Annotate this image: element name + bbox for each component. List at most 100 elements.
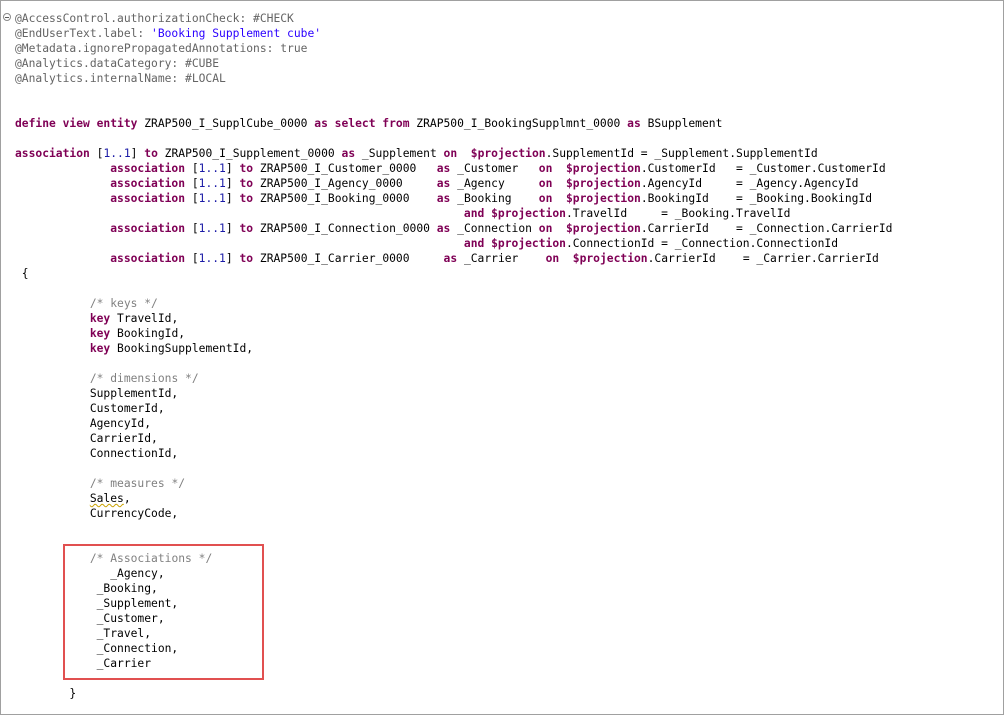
code-token: [ xyxy=(185,222,199,235)
keyword-token: as xyxy=(436,222,451,235)
code-line[interactable] xyxy=(15,281,892,296)
code-line[interactable]: @AccessControl.authorizationCheck: #CHEC… xyxy=(15,11,892,26)
code-line[interactable] xyxy=(15,671,892,686)
code-line[interactable]: /* measures */ xyxy=(15,476,892,491)
code-line[interactable]: SupplementId, xyxy=(15,386,892,401)
annotation-token: @Metadata.ignorePropagatedAnnotations: t… xyxy=(15,42,308,55)
code-line[interactable]: CurrencyCode, xyxy=(15,506,892,521)
code-token: _Connection xyxy=(450,222,539,235)
code-line[interactable]: _Customer, xyxy=(15,611,892,626)
code-token: SupplementId, xyxy=(15,387,179,400)
code-token: [ xyxy=(185,162,199,175)
comment-token: /* keys */ xyxy=(89,297,158,310)
code-token: [ xyxy=(185,177,199,190)
cardinality-token: 1..1 xyxy=(198,162,226,175)
code-line[interactable]: ConnectionId, xyxy=(15,446,892,461)
code-token: .TravelId = _Booking.TravelId xyxy=(565,207,791,220)
keyword-token: to xyxy=(239,192,254,205)
editor-gutter xyxy=(1,1,13,714)
code-line[interactable]: Sales, xyxy=(15,491,892,506)
code-line[interactable]: define view entity ZRAP500_I_SupplCube_0… xyxy=(15,116,892,131)
code-line[interactable]: CarrierId, xyxy=(15,431,892,446)
code-line[interactable] xyxy=(15,356,892,371)
keyword-token: to xyxy=(239,222,254,235)
code-token: _Carrier xyxy=(15,657,152,670)
code-line[interactable]: association [1..1] to ZRAP500_I_Customer… xyxy=(15,161,892,176)
code-text-area[interactable]: @AccessControl.authorizationCheck: #CHEC… xyxy=(15,11,892,701)
collapse-icon[interactable] xyxy=(3,13,11,21)
keyword-token: $projection xyxy=(470,147,546,160)
comment-token: /* Associations */ xyxy=(89,552,213,565)
code-line[interactable]: @Analytics.internalName: #LOCAL xyxy=(15,71,892,86)
cardinality-token: 1..1 xyxy=(198,252,226,265)
code-line[interactable] xyxy=(15,461,892,476)
code-token: ZRAP500_I_Agency_0000 xyxy=(253,177,437,190)
code-line[interactable]: association [1..1] to ZRAP500_I_Agency_0… xyxy=(15,176,892,191)
comment-token: /* measures */ xyxy=(89,477,186,490)
code-line[interactable]: _Supplement, xyxy=(15,596,892,611)
code-line[interactable] xyxy=(15,86,892,101)
string-token: 'Booking Supplement cube' xyxy=(151,27,322,40)
code-line[interactable]: /* keys */ xyxy=(15,296,892,311)
code-token: ZRAP500_I_Carrier_0000 xyxy=(253,252,444,265)
code-line[interactable]: { xyxy=(15,266,892,281)
code-token: ZRAP500_I_SupplCube_0000 xyxy=(137,117,315,130)
code-line[interactable]: _Booking, xyxy=(15,581,892,596)
keyword-token: on xyxy=(538,177,553,190)
code-line[interactable]: /* Associations */ xyxy=(15,551,892,566)
annotation-token: @EndUserText.label: xyxy=(15,27,152,40)
code-line[interactable]: @Analytics.dataCategory: #CUBE xyxy=(15,56,892,71)
keyword-token: association xyxy=(110,192,186,205)
code-line[interactable]: association [1..1] to ZRAP500_I_Booking_… xyxy=(15,191,892,206)
code-line[interactable]: association [1..1] to ZRAP500_I_Connecti… xyxy=(15,221,892,236)
code-token: .ConnectionId = _Connection.ConnectionId xyxy=(565,237,838,250)
keyword-token: as xyxy=(436,177,451,190)
code-editor[interactable]: @AccessControl.authorizationCheck: #CHEC… xyxy=(0,0,1004,715)
cardinality-token: 1..1 xyxy=(198,177,226,190)
code-token: _Booking, xyxy=(15,582,158,595)
code-token: [ xyxy=(185,252,199,265)
code-line[interactable]: @Metadata.ignorePropagatedAnnotations: t… xyxy=(15,41,892,56)
code-line[interactable]: and $projection.TravelId = _Booking.Trav… xyxy=(15,206,892,221)
code-line[interactable] xyxy=(15,521,892,536)
code-line[interactable] xyxy=(15,101,892,116)
code-token: .SupplementId = _Supplement.SupplementId xyxy=(545,147,818,160)
keyword-token: to xyxy=(239,252,254,265)
code-line[interactable]: key BookingId, xyxy=(15,326,892,341)
comment-token: /* dimensions */ xyxy=(89,372,199,385)
code-line[interactable]: @EndUserText.label: 'Booking Supplement … xyxy=(15,26,892,41)
code-line[interactable]: key BookingSupplementId, xyxy=(15,341,892,356)
code-line[interactable]: } xyxy=(15,686,892,701)
code-line[interactable]: and $projection.ConnectionId = _Connecti… xyxy=(15,236,892,251)
code-line[interactable]: _Travel, xyxy=(15,626,892,641)
annotation-token: @AccessControl.authorizationCheck: #CHEC… xyxy=(15,12,294,25)
code-token: [ xyxy=(89,147,104,160)
code-line[interactable]: CustomerId, xyxy=(15,401,892,416)
code-token: _Carrier xyxy=(457,252,546,265)
code-line[interactable]: association [1..1] to ZRAP500_I_Suppleme… xyxy=(15,146,892,161)
code-line[interactable]: _Carrier xyxy=(15,656,892,671)
code-token: .CustomerId = _Customer.CustomerId xyxy=(640,162,886,175)
keyword-token: on xyxy=(538,222,553,235)
code-line[interactable]: _Connection, xyxy=(15,641,892,656)
code-line[interactable] xyxy=(15,536,892,551)
code-token: ] xyxy=(225,177,240,190)
code-token: ] xyxy=(225,222,240,235)
code-line[interactable]: key TravelId, xyxy=(15,311,892,326)
code-line[interactable] xyxy=(15,131,892,146)
code-line[interactable]: association [1..1] to ZRAP500_I_Carrier_… xyxy=(15,251,892,266)
code-token: ZRAP500_I_Booking_0000 xyxy=(253,192,437,205)
keyword-token: $projection xyxy=(572,252,648,265)
keyword-token: key xyxy=(89,342,111,355)
code-line[interactable]: _Agency, xyxy=(15,566,892,581)
cardinality-token: 1..1 xyxy=(198,222,226,235)
code-line[interactable]: AgencyId, xyxy=(15,416,892,431)
code-line[interactable]: /* dimensions */ xyxy=(15,371,892,386)
